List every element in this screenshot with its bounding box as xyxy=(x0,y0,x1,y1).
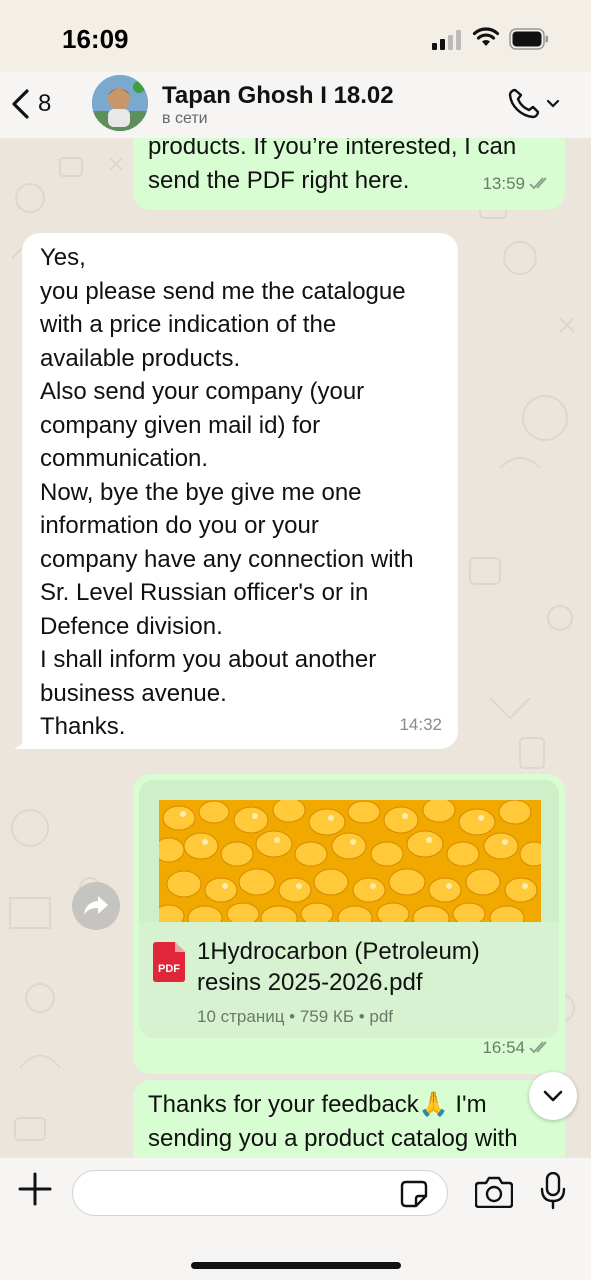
pdf-info: PDF 1Hydrocarbon (Petroleum) resins 2025… xyxy=(139,922,559,1038)
message-bubble-outgoing[interactable]: Thanks for your feedback🙏 I'm sending yo… xyxy=(133,1080,565,1158)
pdf-attachment[interactable]: PDF 1Hydrocarbon (Petroleum) resins 2025… xyxy=(139,780,559,1038)
back-button[interactable]: 8 xyxy=(10,84,51,124)
contact-status: в сети xyxy=(162,110,208,127)
read-ticks-icon xyxy=(529,1041,547,1054)
message-text: Yes, you please send me the catalogue wi… xyxy=(40,244,414,740)
sticker-icon[interactable] xyxy=(400,1180,428,1208)
scroll-to-bottom-button[interactable] xyxy=(529,1072,577,1120)
call-button[interactable] xyxy=(506,86,564,122)
message-bubble-outgoing[interactable]: products. If you’re interested, I can se… xyxy=(133,138,565,210)
chat-header: 8 Tapan Ghosh I 18.02 в сети xyxy=(0,72,591,138)
chat-area[interactable]: products. If you’re interested, I can se… xyxy=(0,138,591,1158)
pdf-file-name: 1Hydrocarbon (Petroleum) resins 2025-202… xyxy=(197,938,480,996)
avatar[interactable] xyxy=(92,75,148,131)
forward-button[interactable] xyxy=(72,882,120,930)
wifi-icon xyxy=(472,27,500,46)
message-meta: 14:32 xyxy=(399,708,442,742)
message-bubble-outgoing-attachment[interactable]: PDF 1Hydrocarbon (Petroleum) resins 2025… xyxy=(133,774,565,1074)
pdf-preview-image xyxy=(159,800,541,922)
chevron-left-icon xyxy=(12,89,29,119)
message-time: 14:32 xyxy=(399,714,442,734)
chevron-down-icon xyxy=(546,99,560,108)
contact-name[interactable]: Tapan Ghosh I 18.02 xyxy=(162,82,394,110)
message-time: 16:54 xyxy=(482,1037,525,1057)
message-bubble-incoming[interactable]: Yes, you please send me the catalogue wi… xyxy=(22,233,458,749)
microphone-icon[interactable] xyxy=(540,1172,566,1210)
message-time: 13:59 xyxy=(482,173,525,193)
unread-count: 8 xyxy=(38,90,52,117)
message-meta: 16:54 xyxy=(482,1031,551,1065)
message-input[interactable] xyxy=(72,1170,448,1216)
cellular-signal-icon xyxy=(432,30,464,50)
status-bar: 16:09 xyxy=(0,0,591,72)
avatar-image xyxy=(92,75,148,131)
pdf-file-details: 10 страниц • 759 КБ • pdf xyxy=(197,1007,394,1026)
home-indicator xyxy=(191,1262,401,1269)
message-meta: 13:59 xyxy=(482,167,551,201)
status-time: 16:09 xyxy=(62,24,129,54)
svg-text:PDF: PDF xyxy=(158,963,180,975)
chevron-down-icon xyxy=(543,1090,563,1102)
read-ticks-icon xyxy=(529,177,547,190)
battery-icon xyxy=(509,28,548,50)
camera-icon[interactable] xyxy=(475,1176,513,1208)
pdf-file-icon: PDF xyxy=(153,942,185,982)
forward-arrow-icon xyxy=(84,896,108,915)
plus-icon[interactable] xyxy=(18,1172,52,1206)
message-text: Thanks for your feedback🙏 I'm sending yo… xyxy=(148,1091,518,1152)
phone-icon xyxy=(508,88,540,119)
message-input-bar xyxy=(0,1158,591,1280)
